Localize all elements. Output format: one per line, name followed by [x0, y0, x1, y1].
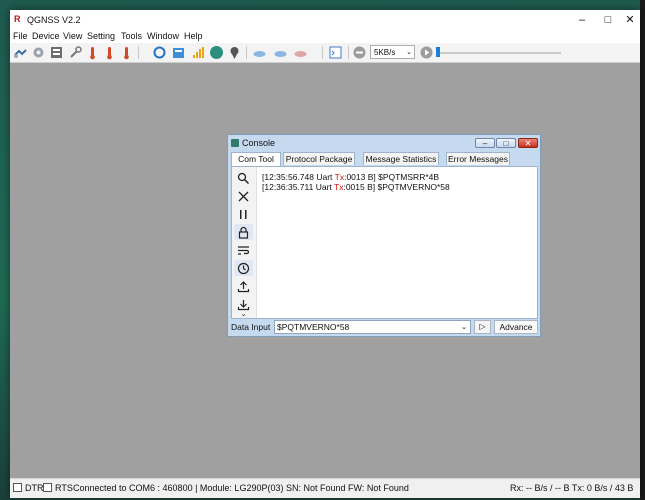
playback-slider-thumb[interactable]: [436, 47, 440, 57]
chevron-down-icon: ⌄: [406, 49, 412, 56]
console-tabs: Com Tool Protocol Package Message Statis…: [231, 152, 538, 166]
refresh-icon[interactable]: [152, 45, 167, 60]
log-prefix: [12:35:56.748 Uart: [262, 172, 335, 182]
cloud-upload-icon[interactable]: [273, 45, 288, 60]
rts-label: RTS: [55, 483, 73, 493]
upload-icon[interactable]: [234, 278, 253, 294]
speed-value: 5KB/s: [374, 48, 396, 57]
database-icon[interactable]: [171, 45, 186, 60]
dtr-checkbox[interactable]: [13, 483, 22, 492]
device-info-icon[interactable]: [49, 45, 64, 60]
log-line: [12:36:35.711 Uart Tx:0015 B] $PQTMVERNO…: [262, 182, 450, 192]
log-suffix: :0013 B] $PQTMSRR*4B: [344, 172, 440, 182]
wrench-icon[interactable]: [68, 45, 83, 60]
search-icon[interactable]: [234, 170, 253, 186]
menu-file[interactable]: File: [13, 31, 28, 41]
window-title: QGNSS V2.2: [27, 15, 81, 25]
pause-icon[interactable]: [234, 206, 253, 222]
data-input-field[interactable]: $PQTMVERNO*58 ⌄: [274, 320, 471, 334]
speed-select[interactable]: 5KB/s ⌄: [370, 45, 415, 59]
data-input-row: Data Input $PQTMVERNO*58 ⌄ ▷ Advance: [231, 320, 538, 335]
record-icon[interactable]: [352, 45, 367, 60]
cloud-icon[interactable]: [252, 45, 267, 60]
connection-status: Connected to COM6 : 460800 | Module: LG2…: [73, 483, 409, 493]
clear-icon[interactable]: [234, 188, 253, 204]
desktop-edge: [640, 0, 645, 500]
menu-view[interactable]: View: [63, 31, 82, 41]
workspace-area: Console – □ ✕ Com Tool Protocol Package …: [10, 63, 640, 478]
close-button[interactable]: ✕: [617, 10, 643, 30]
rts-checkbox[interactable]: [43, 483, 52, 492]
wrap-icon[interactable]: [234, 242, 253, 258]
connect-icon[interactable]: [13, 45, 28, 60]
tab-message-statistics[interactable]: Message Statistics: [363, 152, 439, 165]
temperature-w-icon[interactable]: [103, 45, 118, 60]
lock-icon[interactable]: [234, 224, 253, 240]
data-input-value: $PQTMVERNO*58: [277, 322, 350, 332]
log-prefix: [12:36:35.711 Uart: [262, 182, 334, 192]
minimize-button[interactable]: –: [569, 10, 595, 30]
tab-com-tool[interactable]: Com Tool: [231, 152, 281, 166]
chevron-down-icon[interactable]: ⌄: [461, 321, 467, 334]
dtr-label: DTR: [25, 483, 44, 493]
toolbar-separator: [246, 46, 247, 59]
clock-icon[interactable]: [234, 260, 253, 276]
more-icon[interactable]: ⌄: [234, 310, 253, 318]
console-restore-button[interactable]: □: [496, 138, 516, 148]
console-window: Console – □ ✕ Com Tool Protocol Package …: [227, 134, 541, 337]
console-body: ⌄ [12:35:56.748 Uart Tx:0013 B] $PQTMSRR…: [231, 166, 538, 319]
satellite-globe-icon[interactable]: [209, 45, 224, 60]
temperature-icon[interactable]: [120, 45, 135, 60]
play-icon[interactable]: [419, 45, 434, 60]
menu-setting[interactable]: Setting: [87, 31, 115, 41]
console-minimize-button[interactable]: –: [475, 138, 495, 148]
log-direction: Tx: [334, 172, 345, 182]
menu-bar: File Device View Setting Tools Window He…: [10, 30, 640, 43]
console-title: Console: [242, 138, 276, 148]
playback-slider-track[interactable]: [438, 52, 561, 54]
toolbar-separator: [348, 46, 349, 59]
menu-window[interactable]: Window: [147, 31, 179, 41]
log-line: [12:35:56.748 Uart Tx:0013 B] $PQTMSRR*4…: [262, 172, 450, 182]
title-bar: R QGNSS V2.2 – □ ✕: [10, 10, 640, 30]
toolbar-separator: [322, 46, 323, 59]
console-close-button[interactable]: ✕: [518, 138, 538, 148]
console-icon[interactable]: [328, 45, 343, 60]
app-window: R QGNSS V2.2 – □ ✕ File Device View Sett…: [10, 10, 640, 498]
rx-tx-rates: Rx: -- B/s / -- B Tx: 0 B/s / 43 B: [510, 483, 634, 493]
status-bar: DTR RTS Connected to COM6 : 460800 | Mod…: [10, 478, 640, 498]
settings-gear-icon[interactable]: [31, 45, 46, 60]
console-log: [12:35:56.748 Uart Tx:0013 B] $PQTMSRR*4…: [262, 172, 450, 192]
map-pin-icon[interactable]: [227, 45, 242, 60]
cloud-download-icon[interactable]: [293, 45, 308, 60]
toolbar-separator: [138, 46, 139, 59]
menu-device[interactable]: Device: [32, 31, 60, 41]
tab-error-messages[interactable]: Error Messages: [446, 152, 510, 165]
console-logo-icon: [231, 139, 239, 147]
app-logo-icon: R: [14, 14, 21, 24]
send-button[interactable]: ▷: [474, 320, 491, 334]
log-suffix: :0015 B] $PQTMVERNO*58: [343, 182, 450, 192]
menu-help[interactable]: Help: [184, 31, 203, 41]
console-sidebar: ⌄: [232, 167, 257, 318]
data-input-label: Data Input: [231, 322, 271, 332]
signal-bars-icon[interactable]: [191, 45, 206, 60]
advance-button[interactable]: Advance: [494, 320, 538, 334]
toolbar: 5KB/s ⌄: [10, 43, 640, 63]
tab-protocol-package[interactable]: Protocol Package: [283, 152, 355, 165]
menu-tools[interactable]: Tools: [121, 31, 142, 41]
temperature-h-icon[interactable]: [86, 45, 101, 60]
